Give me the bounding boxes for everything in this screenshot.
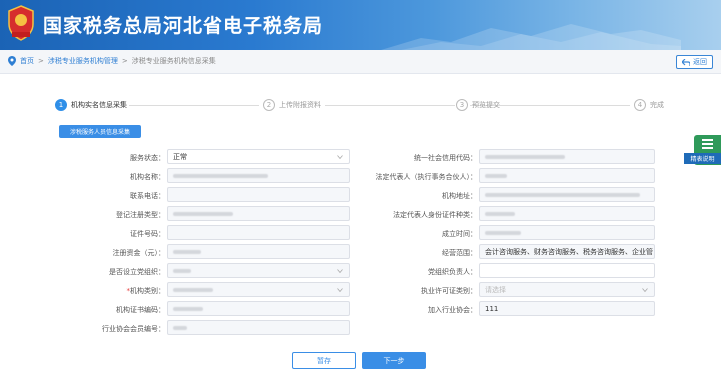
party-org-select [167, 263, 350, 278]
legal-rep-label: 法定代表人（执行事务合伙人）： [375, 173, 478, 181]
legal-rep-field [479, 168, 655, 183]
step-connector [325, 105, 455, 106]
org-category-select [167, 282, 350, 297]
redacted-value [173, 325, 187, 330]
back-button-label: 返回 [693, 58, 707, 66]
unified-code-label: 统一社会信用代码： [414, 154, 477, 162]
id-number-field [167, 225, 350, 240]
redacted-value [173, 268, 191, 273]
address-field [479, 187, 655, 202]
redacted-value [173, 249, 201, 254]
cert-code-field [167, 301, 350, 316]
step-label: 机构实名信息采集 [71, 101, 127, 109]
join-assoc-field: 111 [479, 301, 655, 316]
party-leader-input[interactable] [479, 263, 655, 278]
mountain-graphic [381, 24, 681, 50]
redacted-value [485, 192, 640, 197]
org-name-field [167, 168, 350, 183]
license-type-placeholder: 请选择 [485, 285, 506, 294]
breadcrumb-current: 涉税专业服务机构信息采集 [131, 57, 216, 65]
member-no-label: 行业协会会员编号： [102, 325, 165, 333]
breadcrumb-home[interactable]: 首页 [20, 56, 34, 66]
redacted-value [173, 173, 268, 178]
reg-type-label: 登记注册类型： [116, 211, 165, 219]
phone-field [167, 187, 350, 202]
established-label: 成立时间： [442, 230, 477, 238]
step-number: 2 [263, 99, 275, 111]
business-scope-field: 会计咨询服务、财务咨询服务、税务咨询服务、企业管 [479, 244, 655, 259]
side-help-label[interactable]: 精表说明 [684, 153, 721, 164]
unified-code-field [479, 149, 655, 164]
back-arrow-icon [682, 58, 690, 66]
org-category-label: *机构类别： [127, 286, 166, 296]
location-pin-icon [8, 56, 16, 66]
service-status-select[interactable]: 正常 [167, 149, 350, 164]
party-leader-label: 党组织负责人： [428, 268, 477, 276]
service-status-value: 正常 [173, 152, 187, 161]
license-type-label: 执业许可证类别： [421, 287, 477, 295]
site-title: 国家税务总局河北省电子税务局 [43, 15, 324, 37]
capital-label: 注册资金（元）： [112, 249, 166, 257]
step-number: 4 [634, 99, 646, 111]
breadcrumb: 首页 > 涉税专业服务机构管理 > 涉税专业服务机构信息采集 [8, 56, 216, 66]
member-no-field [167, 320, 350, 335]
document-icon [702, 139, 713, 149]
redacted-value [485, 173, 507, 178]
chevron-down-icon [642, 288, 648, 293]
redacted-value [173, 287, 213, 292]
step-label: 上传附报资料 [279, 101, 321, 109]
step-connector [129, 105, 259, 106]
reg-type-field [167, 206, 350, 221]
service-status-label: 服务状态： [130, 154, 165, 162]
step-2: 2 上传附报资料 [263, 99, 321, 111]
chevron-down-icon [337, 155, 343, 160]
org-category-label-text: 机构类别： [130, 287, 165, 295]
site-header: 国家税务总局河北省电子税务局 [0, 0, 721, 50]
breadcrumb-bar: 首页 > 涉税专业服务机构管理 > 涉税专业服务机构信息采集 返回 [0, 50, 721, 74]
step-number: 1 [55, 99, 67, 111]
staff-info-collect-button[interactable]: 涉税服务人员信息采集 [59, 125, 141, 138]
step-3: 3 预览提交 [456, 99, 500, 111]
step-1: 1 机构实名信息采集 [55, 99, 127, 111]
business-scope-label: 经营范围： [442, 249, 477, 257]
legal-id-type-label: 法定代表人身份证件种类： [393, 211, 477, 219]
redacted-value [485, 230, 521, 235]
address-label: 机构地址： [442, 192, 477, 200]
step-label: 预览提交 [472, 101, 500, 109]
redacted-value [485, 154, 565, 159]
breadcrumb-level1[interactable]: 涉税专业服务机构管理 [48, 56, 118, 66]
party-org-label: 是否设立党组织： [109, 268, 165, 276]
back-button[interactable]: 返回 [676, 55, 713, 69]
step-number: 3 [456, 99, 468, 111]
step-label: 完成 [650, 101, 664, 109]
redacted-value [173, 306, 203, 311]
breadcrumb-separator: > [38, 57, 44, 65]
legal-id-type-field [479, 206, 655, 221]
org-name-label: 机构名称： [130, 173, 165, 181]
capital-field [167, 244, 350, 259]
phone-label: 联系电话： [130, 192, 165, 200]
redacted-value [485, 211, 515, 216]
step-4: 4 完成 [634, 99, 664, 111]
redacted-value [173, 211, 233, 216]
next-step-button[interactable]: 下一步 [362, 352, 426, 369]
license-type-select: 请选择 [479, 282, 655, 297]
chevron-down-icon [337, 288, 343, 293]
established-field [479, 225, 655, 240]
cert-code-label: 机构证书编码： [116, 306, 165, 314]
id-number-label: 证件号码： [130, 230, 165, 238]
save-draft-button[interactable]: 暂存 [292, 352, 356, 369]
breadcrumb-separator: > [121, 57, 128, 65]
chevron-down-icon [337, 269, 343, 274]
join-assoc-label: 加入行业协会： [428, 306, 477, 314]
tax-emblem-icon [8, 5, 34, 41]
